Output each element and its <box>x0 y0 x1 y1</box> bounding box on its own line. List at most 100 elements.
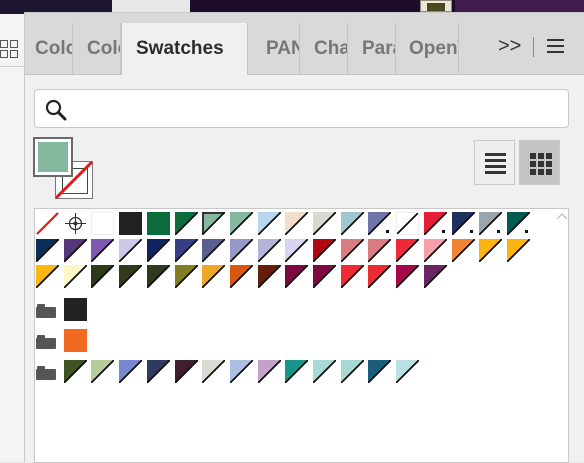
swatch[interactable] <box>202 212 226 235</box>
tab-opentype[interactable]: OpenType <box>403 23 459 74</box>
swatch[interactable] <box>423 238 447 262</box>
swatch[interactable] <box>119 212 143 235</box>
fill-swatch[interactable] <box>33 137 73 177</box>
swatch[interactable] <box>174 265 198 288</box>
tab-paragraph[interactable]: Paragraph <box>356 23 396 74</box>
tab-label: Paragraph <box>362 37 395 59</box>
swatch[interactable] <box>202 265 226 288</box>
swatches-panel: Color Color Guide Swatches PANTONE Chara… <box>24 12 584 463</box>
tab-swatches[interactable]: Swatches <box>121 23 248 75</box>
swatch[interactable] <box>340 359 364 383</box>
tab-character[interactable]: Character <box>308 23 348 74</box>
swatch[interactable] <box>119 238 143 262</box>
search-field[interactable] <box>34 89 569 128</box>
swatch[interactable] <box>285 359 309 383</box>
swatch[interactable] <box>368 238 392 262</box>
swatch[interactable] <box>451 238 475 262</box>
tab-color[interactable]: Color <box>29 23 73 74</box>
swatch[interactable] <box>396 212 420 235</box>
layer-thumbnail[interactable] <box>420 0 452 12</box>
swatch[interactable] <box>146 238 170 262</box>
swatch[interactable] <box>423 265 447 288</box>
list-view-button[interactable] <box>474 140 515 185</box>
swatch[interactable] <box>36 265 59 288</box>
swatch[interactable] <box>257 238 281 262</box>
grid-view-icon <box>530 153 552 175</box>
swatch-none[interactable] <box>36 212 59 235</box>
none-swatch-icon <box>36 212 59 235</box>
swatch-registration[interactable] <box>63 212 87 235</box>
swatch[interactable] <box>285 265 309 288</box>
swatch[interactable] <box>63 328 87 352</box>
swatch[interactable] <box>91 359 115 383</box>
swatch[interactable] <box>91 238 115 262</box>
swatch[interactable] <box>340 265 364 288</box>
registration-icon <box>64 213 86 234</box>
panel-menu-icon[interactable] <box>547 39 564 53</box>
swatch[interactable] <box>313 359 336 383</box>
swatch[interactable] <box>257 359 281 383</box>
list-view-icon <box>485 153 506 174</box>
spot-swatch[interactable] <box>423 212 447 235</box>
swatch[interactable] <box>36 238 59 262</box>
tab-label: Color <box>35 37 72 59</box>
swatch[interactable] <box>285 238 309 262</box>
tab-pantone[interactable]: PANTONE <box>260 23 300 74</box>
fill-stroke-indicator <box>33 137 95 201</box>
swatch[interactable] <box>229 238 253 262</box>
spot-swatch[interactable] <box>479 212 503 235</box>
swatch[interactable] <box>313 212 336 235</box>
tab-label: PANTONE <box>266 37 299 59</box>
swatch[interactable] <box>119 359 143 383</box>
folder-icon[interactable] <box>36 303 56 318</box>
swatch[interactable] <box>63 238 87 262</box>
spot-swatch[interactable] <box>368 212 392 235</box>
thumbnail-view-button[interactable] <box>519 140 560 185</box>
folder-icon[interactable] <box>36 365 56 380</box>
swatch[interactable] <box>368 265 392 288</box>
swatch[interactable] <box>340 238 364 262</box>
swatch[interactable] <box>313 238 336 262</box>
tab-label: Color Guide <box>87 37 120 59</box>
swatch[interactable] <box>174 359 198 383</box>
grid-icon[interactable] <box>0 28 22 58</box>
spot-swatch[interactable] <box>506 212 530 235</box>
swatch[interactable] <box>146 359 170 383</box>
swatch[interactable] <box>202 359 226 383</box>
tab-color-guide[interactable]: Color Guide <box>81 23 121 74</box>
swatch[interactable] <box>506 238 530 262</box>
swatch[interactable] <box>119 265 143 288</box>
swatch[interactable] <box>479 238 503 262</box>
swatch[interactable] <box>63 297 87 321</box>
swatch[interactable] <box>229 212 253 235</box>
scroll-up-icon[interactable] <box>557 213 567 219</box>
swatch[interactable] <box>313 265 336 288</box>
swatch[interactable] <box>229 265 253 288</box>
swatch[interactable] <box>229 359 253 383</box>
swatch[interactable] <box>91 212 115 235</box>
swatch[interactable] <box>257 265 281 288</box>
swatch[interactable] <box>146 212 170 235</box>
folder-icon[interactable] <box>36 334 56 349</box>
view-toggle <box>474 140 560 185</box>
swatch[interactable] <box>63 265 87 288</box>
swatch[interactable] <box>368 359 392 383</box>
swatch[interactable] <box>257 212 281 235</box>
tab-overflow-button[interactable]: >> <box>498 35 521 58</box>
search-input[interactable] <box>73 96 557 122</box>
swatch[interactable] <box>174 212 198 235</box>
swatch[interactable] <box>396 359 420 383</box>
tab-label: Swatches <box>136 38 224 59</box>
swatch[interactable] <box>91 265 115 288</box>
panel-tab-bar: Color Color Guide Swatches PANTONE Chara… <box>25 13 584 75</box>
swatch[interactable] <box>202 238 226 262</box>
swatch[interactable] <box>285 212 309 235</box>
swatch[interactable] <box>340 212 364 235</box>
spot-swatch[interactable] <box>451 212 475 235</box>
swatch[interactable] <box>146 265 170 288</box>
swatch[interactable] <box>396 238 420 262</box>
swatch[interactable] <box>174 238 198 262</box>
tab-label: OpenType <box>409 37 458 59</box>
swatch[interactable] <box>63 359 87 383</box>
swatch[interactable] <box>396 265 420 288</box>
